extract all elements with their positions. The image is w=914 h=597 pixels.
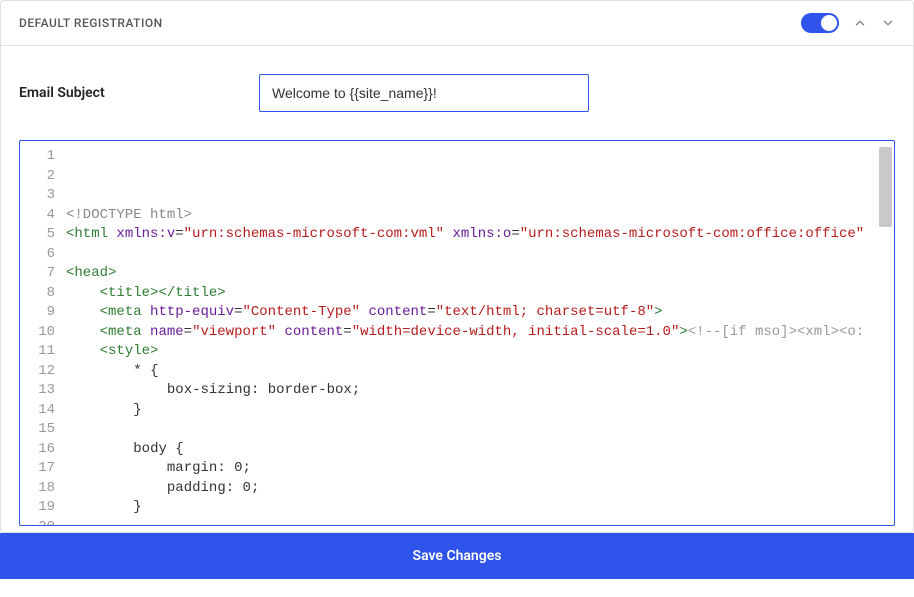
line-number: 7 <box>20 264 55 284</box>
line-number: 17 <box>20 459 55 479</box>
line-number: 16 <box>20 440 55 460</box>
line-number: 3 <box>20 186 55 206</box>
save-changes-button[interactable]: Save Changes <box>0 533 914 579</box>
panel-controls <box>801 13 895 33</box>
line-number: 4 <box>20 206 55 226</box>
code-line: } <box>66 401 890 421</box>
code-line: <html xmlns:v="urn:schemas-microsoft-com… <box>66 225 890 245</box>
code-line: body { <box>66 440 890 460</box>
panel-header: DEFAULT REGISTRATION <box>1 1 913 46</box>
code-line: } <box>66 498 890 518</box>
code-line: box-sizing: border-box; <box>66 381 890 401</box>
save-changes-label: Save Changes <box>413 548 502 564</box>
line-number: 14 <box>20 401 55 421</box>
panel-title: DEFAULT REGISTRATION <box>19 16 163 30</box>
line-number: 15 <box>20 420 55 440</box>
registration-panel: DEFAULT REGISTRATION Email Subject 12345… <box>0 0 914 533</box>
line-number: 5 <box>20 225 55 245</box>
code-line: padding: 0; <box>66 479 890 499</box>
line-number: 1 <box>20 147 55 167</box>
code-line: * { <box>66 362 890 382</box>
line-number: 8 <box>20 284 55 304</box>
code-line <box>66 245 890 265</box>
collapse-up-button[interactable] <box>853 16 867 30</box>
code-line: <!DOCTYPE html> <box>66 206 890 226</box>
line-number: 9 <box>20 303 55 323</box>
code-line: <title></title> <box>66 284 890 304</box>
code-line: <head> <box>66 264 890 284</box>
panel-body: Email Subject 12345678910111213141516171… <box>1 46 913 532</box>
email-subject-row: Email Subject <box>19 74 895 112</box>
email-subject-input[interactable] <box>259 74 589 112</box>
code-line: margin: 0; <box>66 459 890 479</box>
code-line <box>66 420 890 440</box>
code-line: <meta http-equiv="Content-Type" content=… <box>66 303 890 323</box>
line-number: 20 <box>20 518 55 527</box>
line-number: 10 <box>20 323 55 343</box>
code-line <box>66 518 890 526</box>
email-subject-label: Email Subject <box>19 85 239 101</box>
line-number: 13 <box>20 381 55 401</box>
line-number: 18 <box>20 479 55 499</box>
code-line: <style> <box>66 342 890 362</box>
enable-toggle[interactable] <box>801 13 839 33</box>
toggle-knob <box>821 15 837 31</box>
line-number: 12 <box>20 362 55 382</box>
line-number-gutter: 1234567891011121314151617181920 <box>20 141 62 525</box>
line-number: 19 <box>20 498 55 518</box>
line-number: 2 <box>20 167 55 187</box>
line-number: 11 <box>20 342 55 362</box>
line-number: 6 <box>20 245 55 265</box>
code-line: <meta name="viewport" content="width=dev… <box>66 323 890 343</box>
html-body-editor[interactable]: 1234567891011121314151617181920 <!DOCTYP… <box>19 140 895 526</box>
code-content[interactable]: <!DOCTYPE html><html xmlns:v="urn:schema… <box>62 141 894 525</box>
editor-scrollbar[interactable] <box>879 147 892 227</box>
expand-down-button[interactable] <box>881 16 895 30</box>
